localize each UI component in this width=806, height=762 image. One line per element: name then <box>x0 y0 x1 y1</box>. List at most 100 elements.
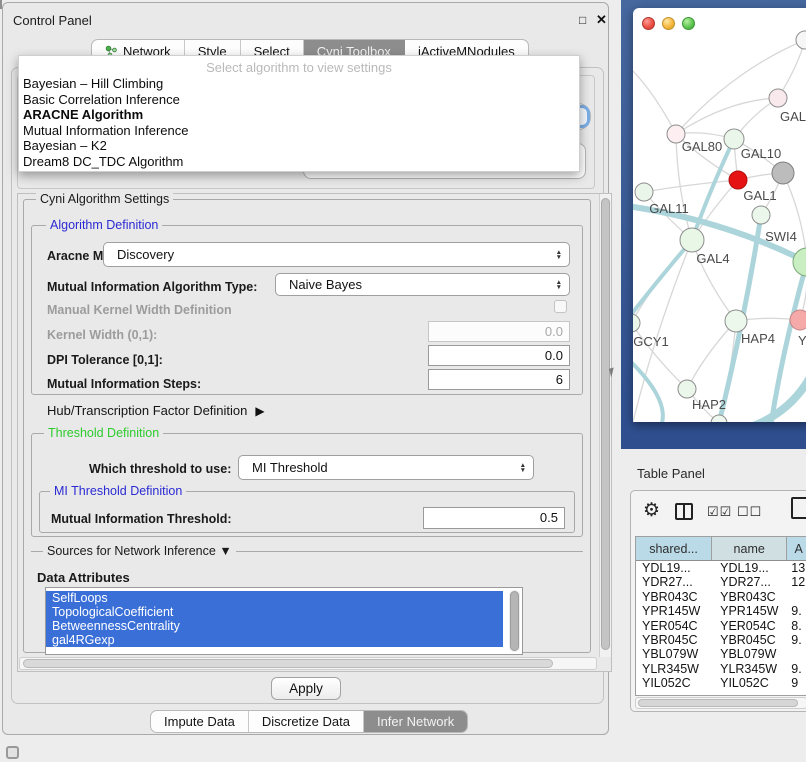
algorithm-popup-list: Select algorithm to view settings Bayesi… <box>18 55 580 172</box>
scrollbar-thumb[interactable] <box>23 659 553 668</box>
data-attributes-label: Data Attributes <box>37 570 130 585</box>
close-traffic-light[interactable] <box>642 17 655 30</box>
table-horizontal-scrollbar[interactable] <box>635 697 806 709</box>
zoom-traffic-light[interactable] <box>682 17 695 30</box>
aracne-mode-select[interactable]: Discovery ▲▼ <box>103 242 570 267</box>
manual-kernel-checkbox[interactable] <box>554 300 567 313</box>
node[interactable] <box>711 415 727 422</box>
scrollbar-thumb[interactable] <box>601 198 610 650</box>
collapse-arrow-icon: ▼ <box>219 544 231 558</box>
data-attributes-list[interactable]: SelfLoops TopologicalCoefficient Between… <box>45 587 523 655</box>
node-label: HAP2 <box>692 397 726 412</box>
node-label: GAL <box>780 109 806 124</box>
list-item[interactable]: SelfLoops <box>46 591 503 605</box>
cyni-mode-tabbar: Impute Data Discretize Data Infer Networ… <box>150 710 468 733</box>
node-label: GAL10 <box>741 146 781 161</box>
menu-item[interactable]: Basic Correlation Inference <box>19 92 579 108</box>
table-row[interactable]: YBR045CYBR045C9. <box>636 633 806 647</box>
network-canvas[interactable]: GAL GAL80 GAL10 GAL1 GAL11 SWI4 GAL4 HAP… <box>633 8 806 422</box>
panel-title: Control Panel <box>13 13 92 28</box>
popup-placeholder: Select algorithm to view settings <box>19 56 579 76</box>
hub-definition-toggle[interactable]: Hub/Transcription Factor Definition▶ <box>47 403 265 418</box>
mi-steps-label: Mutual Information Steps: <box>47 377 201 391</box>
mi-threshold-input[interactable]: 0.5 <box>423 507 565 529</box>
mi-steps-input[interactable]: 6 <box>428 369 570 390</box>
scrollbar-thumb[interactable] <box>638 699 798 707</box>
which-threshold-label: Which threshold to use: <box>89 462 231 476</box>
node-green-large[interactable] <box>793 248 806 276</box>
bottom-left-icon-fragment <box>6 746 19 759</box>
table-row[interactable]: YDR27...YDR27...12 <box>636 575 806 589</box>
document-icon[interactable] <box>791 497 806 519</box>
node-label: SWI4 <box>765 229 797 244</box>
threshold-definition-title: Threshold Definition <box>44 426 163 440</box>
tab-discretize-data[interactable]: Discretize Data <box>249 711 364 732</box>
menu-item[interactable]: Dream8 DC_TDC Algorithm <box>19 154 579 170</box>
manual-kernel-label: Manual Kernel Width Definition <box>47 303 232 317</box>
table-row[interactable]: YDL19...YDL19...13 <box>636 561 806 575</box>
apply-button[interactable]: Apply <box>271 677 341 700</box>
menu-item-selected[interactable]: ARACNE Algorithm <box>19 107 579 123</box>
node-label: GAL11 <box>649 201 689 216</box>
table-panel-title: Table Panel <box>637 466 705 481</box>
close-icon[interactable]: ✕ <box>596 12 607 28</box>
mi-type-label: Mutual Information Algorithm Type: <box>47 280 257 294</box>
list-item[interactable]: gal4RGexp <box>46 633 503 647</box>
scrollbar-thumb[interactable] <box>510 591 519 651</box>
columns-icon[interactable] <box>675 503 693 520</box>
node-label: GAL4 <box>696 251 729 266</box>
node-hap2[interactable] <box>678 380 696 398</box>
node[interactable] <box>796 31 806 49</box>
gear-icon[interactable]: ⚙ <box>643 499 660 522</box>
list-item[interactable]: BetweennessCentrality <box>46 619 503 633</box>
node-swi4[interactable] <box>752 206 770 224</box>
select-all-icon[interactable]: ☑☑ <box>707 504 732 520</box>
node-gal11[interactable] <box>635 183 653 201</box>
mi-algorithm-type-select[interactable]: Naive Bayes ▲▼ <box>275 273 570 296</box>
mi-threshold-label: Mutual Information Threshold: <box>51 512 232 526</box>
node-label: GAL80 <box>682 139 722 154</box>
column-header[interactable]: name <box>712 537 787 560</box>
table-row[interactable]: YBR043CYBR043C <box>636 590 806 604</box>
tab-impute-data[interactable]: Impute Data <box>151 711 249 732</box>
table-row[interactable]: YIL052CYIL052C9 <box>636 676 806 690</box>
combo-arrows-icon: ▲▼ <box>556 250 562 260</box>
table-row[interactable]: YLR345WYLR345W9. <box>636 662 806 676</box>
node-gal4[interactable] <box>680 228 704 252</box>
deselect-all-icon[interactable]: ☐☐ <box>737 504 762 520</box>
kernel-width-label: Kernel Width (0,1): <box>47 328 157 342</box>
settings-vertical-scrollbar[interactable] <box>599 194 611 657</box>
column-header[interactable]: A <box>787 537 806 560</box>
table-row[interactable]: YPR145WYPR145W9. <box>636 604 806 618</box>
tab-infer-network[interactable]: Infer Network <box>364 711 467 732</box>
settings-horizontal-scrollbar[interactable] <box>19 657 597 670</box>
minimize-traffic-light[interactable] <box>662 17 675 30</box>
node-label: HAP4 <box>741 331 775 346</box>
sources-title[interactable]: Sources for Network Inference ▼ <box>43 544 236 558</box>
node-gal[interactable] <box>769 89 787 107</box>
table-toolbar: ⚙ ☑☑ ☐☐ <box>631 491 806 535</box>
node-salmon[interactable] <box>790 310 806 330</box>
expand-arrow-icon: ▶ <box>255 404 264 418</box>
column-header[interactable]: shared... <box>636 537 712 560</box>
list-vertical-scrollbar[interactable] <box>509 590 520 652</box>
float-window-icon[interactable]: □ <box>579 13 586 27</box>
table-header-row: shared... name A <box>636 537 806 561</box>
node-label: GCY1 <box>633 334 668 349</box>
node-gcy1[interactable] <box>633 314 640 332</box>
table-row[interactable]: YER054CYER054C8. <box>636 619 806 633</box>
node-gal1-selected[interactable] <box>729 171 747 189</box>
algorithm-definition-title: Algorithm Definition <box>46 218 162 232</box>
node-gray[interactable] <box>772 162 794 184</box>
which-threshold-select[interactable]: MI Threshold ▲▼ <box>238 455 534 480</box>
table-panel-window: ⚙ ☑☑ ☐☐ shared... name A YDL19...YDL19..… <box>630 490 806 712</box>
menu-item[interactable]: Bayesian – K2 <box>19 138 579 154</box>
node-hap4[interactable] <box>725 310 747 332</box>
kernel-width-input[interactable]: 0.0 <box>428 321 570 342</box>
dpi-tolerance-input[interactable]: 0.0 <box>428 345 570 366</box>
menu-item[interactable]: Bayesian – Hill Climbing <box>19 76 579 92</box>
table-row[interactable]: YBL079WYBL079W <box>636 647 806 661</box>
list-item[interactable]: TopologicalCoefficient <box>46 605 503 619</box>
menu-item[interactable]: Mutual Information Inference <box>19 123 579 139</box>
mi-threshold-definition-title: MI Threshold Definition <box>50 484 186 498</box>
